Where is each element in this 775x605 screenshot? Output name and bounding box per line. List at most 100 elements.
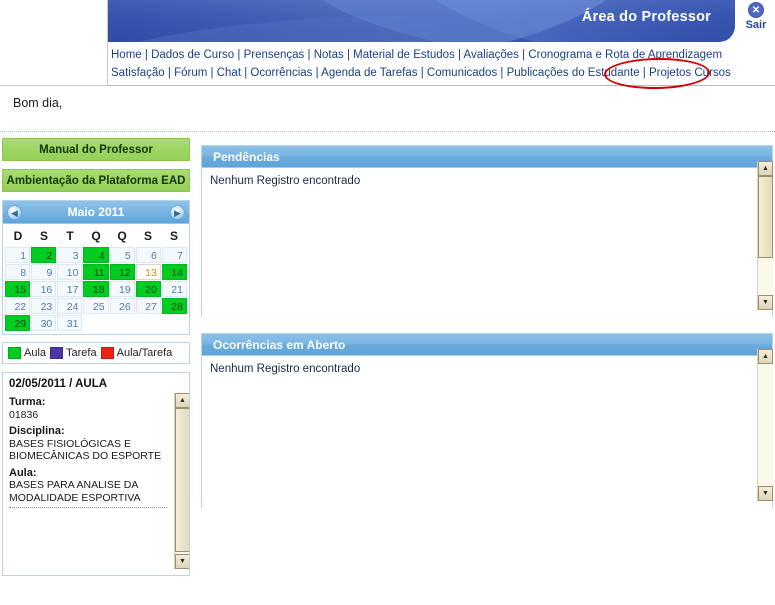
scrollbar-track[interactable] [758, 364, 773, 486]
detail-label-disciplina: Disciplina: [9, 425, 65, 437]
calendar-weekday-5: S [143, 229, 152, 243]
nav-row-1: Home | Dados de Curso | Prensenças | Not… [108, 42, 775, 64]
calendar-header: ◀ Maio 2011 ▶ [3, 201, 189, 224]
calendar-day-4[interactable]: 4 [83, 247, 109, 263]
calendar-day-3[interactable]: 3 [57, 247, 83, 263]
nav-link-avaliacoes[interactable]: Avaliações [464, 49, 519, 61]
triangle-down-icon[interactable]: ▼ [758, 486, 773, 501]
event-detail-scrollbar[interactable]: ▲ ▼ [174, 393, 189, 569]
nav-link-material-de-estudos[interactable]: Material de Estudos [353, 49, 455, 61]
nav-link-home[interactable]: Home [111, 49, 142, 61]
calendar-day-5[interactable]: 5 [109, 247, 135, 263]
nav-separator: | [141, 49, 152, 61]
legend-label: Aula [24, 347, 47, 359]
calendar-day-30[interactable]: 30 [31, 315, 57, 331]
calendar-widget: ◀ Maio 2011 ▶ DSTQQSS 1 2 3 4 5 6 7 8 9 10 11 12 13 1… [2, 200, 190, 335]
calendar-day-21[interactable]: 21 [161, 281, 187, 297]
calendar-day-6[interactable]: 6 [135, 247, 161, 263]
calendar-day-10[interactable]: 10 [57, 264, 83, 280]
nav-separator: | [417, 67, 427, 79]
calendar-day-27[interactable]: 27 [135, 298, 161, 314]
triangle-up-icon[interactable]: ▲ [175, 393, 189, 408]
scrollbar-thumb[interactable] [758, 176, 773, 258]
chevron-left-icon[interactable]: ◀ [7, 204, 22, 220]
calendar-day-11[interactable]: 11 [83, 264, 109, 280]
calendar-day-19[interactable]: 19 [109, 281, 135, 297]
detail-label-turma: Turma: [9, 396, 46, 408]
calendar-day-9[interactable]: 9 [31, 264, 57, 280]
panel-scrollbar[interactable]: ▲ ▼ [757, 161, 773, 310]
nav-separator: | [304, 49, 314, 61]
scrollbar-track[interactable] [758, 176, 773, 295]
nav-link-agenda-de-tarefas[interactable]: Agenda de Tarefas [321, 67, 417, 79]
calendar-day-24[interactable]: 24 [57, 298, 83, 314]
panel-scrollbar[interactable]: ▲ ▼ [757, 349, 773, 501]
nav-link-comunicados[interactable]: Comunicados [427, 67, 497, 79]
scrollbar-thumb[interactable] [175, 408, 189, 552]
scrollbar-track[interactable] [175, 408, 189, 554]
nav-link-satisfacao[interactable]: Satisfação [111, 67, 165, 79]
nav-link-projetos-cursos[interactable]: Projetos Cursos [649, 67, 731, 79]
nav-link-ocorrencias[interactable]: Ocorrências [250, 67, 312, 79]
calendar-day-13[interactable]: 13 [135, 264, 161, 280]
calendar-day-18[interactable]: 18 [83, 281, 109, 297]
legend-item-aula: Aula [8, 347, 46, 359]
nav-link-chat[interactable]: Chat [217, 67, 241, 79]
panel-content: Nenhum Registro encontrado ▲ ▼ [202, 349, 773, 508]
main-navigation: Home | Dados de Curso | Prensenças | Not… [108, 42, 775, 86]
nav-link-prensencas[interactable]: Prensenças [244, 49, 305, 61]
nav-link-publicacoes-do-estudante[interactable]: Publicações do Estudante [507, 67, 640, 79]
calendar-day-20[interactable]: 20 [135, 281, 161, 297]
calendar-day-29[interactable]: 29 [5, 315, 31, 331]
calendar-day-25[interactable]: 25 [83, 298, 109, 314]
nav-separator: | [454, 49, 464, 61]
greeting-text: Bom dia, [13, 96, 63, 110]
nav-link-notas[interactable]: Notas [314, 49, 344, 61]
nav-separator: | [518, 49, 529, 61]
legend-swatch-icon [50, 347, 64, 359]
calendar-day-8[interactable]: 8 [5, 264, 31, 280]
calendar-day-22[interactable]: 22 [5, 298, 31, 314]
calendar-day-28[interactable]: 28 [161, 298, 187, 314]
calendar-day-16[interactable]: 16 [31, 281, 57, 297]
nav-link-cronograma-e-rota-de-aprendizagem[interactable]: Cronograma e Rota de Aprendizagem [528, 49, 722, 61]
detail-value-aula: BASES PARA ANALISE DA MODALIDADE ESPORTI… [9, 479, 141, 504]
nav-separator: | [207, 67, 217, 79]
nav-separator: | [164, 67, 175, 79]
calendar-day-14[interactable]: 14 [161, 264, 187, 280]
calendar-day-17[interactable]: 17 [57, 281, 83, 297]
nav-separator: | [241, 67, 251, 79]
header: Área do Professor ✕ Sair Home | Dados de… [0, 0, 775, 90]
nav-link-dados-de-curso[interactable]: Dados de Curso [151, 49, 234, 61]
nav-separator: | [312, 67, 322, 79]
manual-do-professor-button[interactable]: Manual do Professor [2, 138, 190, 161]
triangle-up-icon[interactable]: ▲ [758, 349, 773, 364]
calendar-day-15[interactable]: 15 [5, 281, 31, 297]
calendar-day-26[interactable]: 26 [109, 298, 135, 314]
event-detail-body: Turma: 01836 Disciplina: BASES FISIOLÓGICAS… [9, 396, 169, 508]
calendar-cell-empty [109, 315, 135, 331]
calendar-legend: Aula Tarefa Aula/Tarefa [2, 342, 190, 364]
chevron-right-icon[interactable]: ▶ [169, 204, 185, 220]
calendar-day-31[interactable]: 31 [57, 315, 83, 331]
legend-label: Aula/Tarefa [116, 347, 173, 359]
nav-link-forum[interactable]: Fórum [174, 67, 207, 79]
calendar-day-7[interactable]: 7 [161, 247, 187, 263]
calendar-day-23[interactable]: 23 [31, 298, 57, 314]
detail-value-turma: 01836 [9, 408, 39, 421]
nav-separator: | [639, 67, 649, 79]
legend-swatch-icon [8, 347, 21, 359]
header-banner: Área do Professor [108, 0, 735, 42]
triangle-down-icon[interactable]: ▼ [758, 295, 773, 310]
detail-label-aula: Aula: [9, 466, 37, 479]
event-detail-panel: 02/05/2011 / AULA Turma: 01836 Disciplina:… [2, 372, 190, 576]
calendar-weekday-1: S [39, 229, 48, 243]
logout-button[interactable]: ✕ Sair [738, 2, 774, 31]
triangle-down-icon[interactable]: ▼ [175, 554, 189, 569]
triangle-up-icon[interactable]: ▲ [758, 161, 773, 176]
close-circle-icon: ✕ [748, 2, 764, 18]
calendar-day-1[interactable]: 1 [5, 247, 31, 263]
calendar-day-12[interactable]: 12 [109, 264, 135, 280]
ambientacao-plataforma-ead-button[interactable]: Ambientação da Plataforma EAD [2, 169, 190, 192]
calendar-day-2[interactable]: 2 [31, 247, 57, 263]
